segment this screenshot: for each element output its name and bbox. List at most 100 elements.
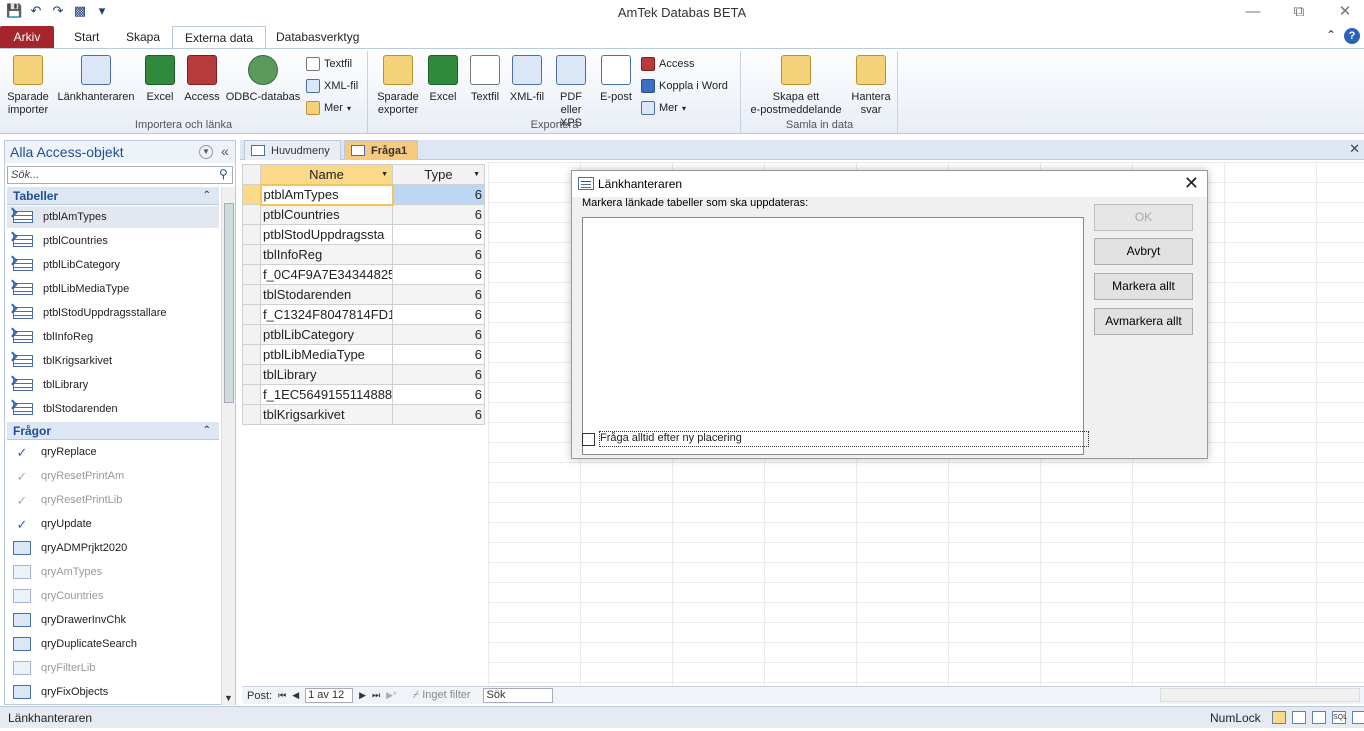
nav-item-table[interactable]: ptblStodUppdragsstallare [13, 302, 219, 324]
cell-name[interactable]: tblInfoReg [260, 244, 393, 265]
nav-item-query[interactable]: ✓ qryResetPrintLib [13, 489, 219, 511]
select-all-button[interactable]: Markera allt [1094, 273, 1193, 300]
odbc-button[interactable]: ODBC-databas [224, 55, 302, 104]
cell-name[interactable]: f_C1324F8047814FD1 [260, 304, 393, 325]
nav-item-table[interactable]: tblStodarenden [13, 398, 219, 420]
row-selector[interactable] [242, 384, 261, 405]
row-selector[interactable] [242, 184, 261, 205]
create-email-button[interactable]: Skapa ett e-postmeddelande [748, 55, 844, 117]
cell-type[interactable]: 6 [392, 224, 485, 245]
nav-item-query[interactable]: qryCountries [13, 585, 219, 607]
cell-name[interactable]: ptblLibCategory [260, 324, 393, 345]
section-fragor[interactable]: Frågor ⌃ [7, 422, 219, 440]
cell-type[interactable]: 6 [392, 244, 485, 265]
datasheet-view-icon[interactable] [1272, 711, 1286, 724]
cell-name[interactable]: ptblStodUppdragssta [260, 224, 393, 245]
nav-scrollbar[interactable]: ▼ [221, 187, 235, 705]
always-prompt-checkbox[interactable]: Fråga alltid efter ny placering [582, 431, 1089, 447]
export-email-button[interactable]: E-post [595, 55, 637, 104]
prev-record-icon[interactable]: ◀ [292, 690, 299, 701]
column-header-type[interactable]: Type ▼ [392, 164, 485, 185]
tab-arkiv[interactable]: Arkiv [0, 26, 54, 48]
cell-type[interactable]: 6 [392, 324, 485, 345]
design-view-icon[interactable] [1352, 711, 1364, 724]
next-record-icon[interactable]: ▶ [359, 690, 366, 701]
cell-type[interactable]: 6 [392, 264, 485, 285]
export-more-button[interactable]: Mer ▾ [641, 99, 686, 117]
table-row[interactable]: ptblStodUppdragssta 6 [242, 224, 485, 245]
nav-item-query[interactable]: ✓ qryResetPrintAm [13, 465, 219, 487]
nav-item-query[interactable]: qryDuplicateSearch [13, 633, 219, 655]
horizontal-scrollbar[interactable] [1160, 688, 1360, 702]
import-access-button[interactable]: Access [182, 55, 222, 104]
nav-item-query[interactable]: ✓ qryUpdate [13, 513, 219, 535]
row-selector[interactable] [242, 364, 261, 385]
record-counter-input[interactable]: 1 av 12 [305, 688, 354, 703]
chevron-down-icon[interactable]: ▼ [199, 145, 213, 159]
pivottable-view-icon[interactable] [1292, 711, 1306, 724]
chevron-down-icon[interactable]: ▼ [473, 171, 480, 178]
nav-item-query[interactable]: qryDrawerInvChk [13, 609, 219, 631]
cell-type[interactable]: 6 [392, 404, 485, 425]
nav-item-query[interactable]: qryAmTypes [13, 561, 219, 583]
row-selector[interactable] [242, 344, 261, 365]
linked-table-manager-button[interactable]: Länkhanteraren [54, 55, 138, 104]
section-tabeller[interactable]: Tabeller ⌃ [7, 187, 219, 205]
nav-item-table[interactable]: tblKrigsarkivet [13, 350, 219, 372]
import-more-button[interactable]: Mer ▾ [306, 99, 351, 117]
nav-item-table[interactable]: ptblCountries [13, 230, 219, 252]
cell-name[interactable]: tblStodarenden [260, 284, 393, 305]
cell-type[interactable]: 6 [392, 204, 485, 225]
cell-name[interactable]: f_1EC5649155114888 [260, 384, 393, 405]
minimize-ribbon-icon[interactable]: ⌃ [1326, 28, 1336, 44]
last-record-icon[interactable]: ⏭ [372, 690, 380, 701]
nav-search-input[interactable]: Sök... [7, 166, 233, 184]
table-row[interactable]: tblLibrary 6 [242, 364, 485, 385]
tab-externa-data[interactable]: Externa data [172, 26, 267, 48]
column-header-name[interactable]: Name ▼ [260, 164, 393, 185]
tab-huvudmeny[interactable]: Huvudmeny [244, 140, 341, 160]
nav-item-query[interactable]: ✓ qryReplace [13, 441, 219, 463]
table-row[interactable]: ptblAmTypes 6 [242, 183, 485, 206]
export-access-button[interactable]: Access [641, 55, 694, 73]
no-filter-button[interactable]: ⌿ Inget filter [413, 689, 471, 702]
nav-item-query[interactable]: qryFixObjects [13, 681, 219, 703]
cell-type[interactable]: 6 [392, 364, 485, 385]
close-icon[interactable]: ✕ [1184, 173, 1199, 194]
new-record-icon[interactable]: ▶* [386, 690, 396, 701]
row-selector[interactable] [242, 404, 261, 425]
import-excel-button[interactable]: Excel [142, 55, 178, 104]
cell-name[interactable]: tblLibrary [260, 364, 393, 385]
search-icon[interactable]: ⚲ [219, 167, 228, 181]
scroll-down-icon[interactable]: ▼ [224, 693, 233, 703]
saved-exports-button[interactable]: Sparade exporter [373, 55, 423, 117]
cell-name[interactable]: tblKrigsarkivet [260, 404, 393, 425]
chevron-up-icon[interactable]: ⌃ [203, 187, 211, 205]
minimize-icon[interactable]: — [1242, 3, 1264, 21]
first-record-icon[interactable]: ⏮ [278, 690, 286, 701]
table-row[interactable]: f_1EC5649155114888 6 [242, 384, 485, 405]
row-selector[interactable] [242, 284, 261, 305]
table-row[interactable]: tblStodarenden 6 [242, 284, 485, 305]
export-excel-button[interactable]: Excel [425, 55, 461, 104]
table-row[interactable]: f_C1324F8047814FD1 6 [242, 304, 485, 325]
select-all-cell[interactable] [242, 164, 261, 185]
nav-item-table[interactable]: tblLibrary [13, 374, 219, 396]
linked-tables-list[interactable] [582, 217, 1084, 455]
import-textfile-button[interactable]: Textfil [306, 55, 352, 73]
nav-item-table[interactable]: ptblAmTypes [7, 206, 219, 228]
cell-type[interactable]: 6 [392, 344, 485, 365]
deselect-all-button[interactable]: Avmarkera allt [1094, 308, 1193, 335]
nav-item-table[interactable]: ptblLibCategory [13, 254, 219, 276]
close-window-icon[interactable]: ✕ [1334, 3, 1356, 21]
cell-name[interactable]: ptblCountries [260, 204, 393, 225]
cell-type[interactable]: 6 [392, 284, 485, 305]
table-row[interactable]: f_0C4F9A7E34344825 6 [242, 264, 485, 285]
row-selector[interactable] [242, 304, 261, 325]
table-row[interactable]: ptblLibMediaType 6 [242, 344, 485, 365]
cell-type[interactable]: 6 [392, 304, 485, 325]
tab-start[interactable]: Start [62, 26, 111, 48]
cell-name[interactable]: ptblLibMediaType [260, 344, 393, 365]
cell-name[interactable]: ptblAmTypes [259, 183, 394, 206]
table-row[interactable]: tblKrigsarkivet 6 [242, 404, 485, 425]
